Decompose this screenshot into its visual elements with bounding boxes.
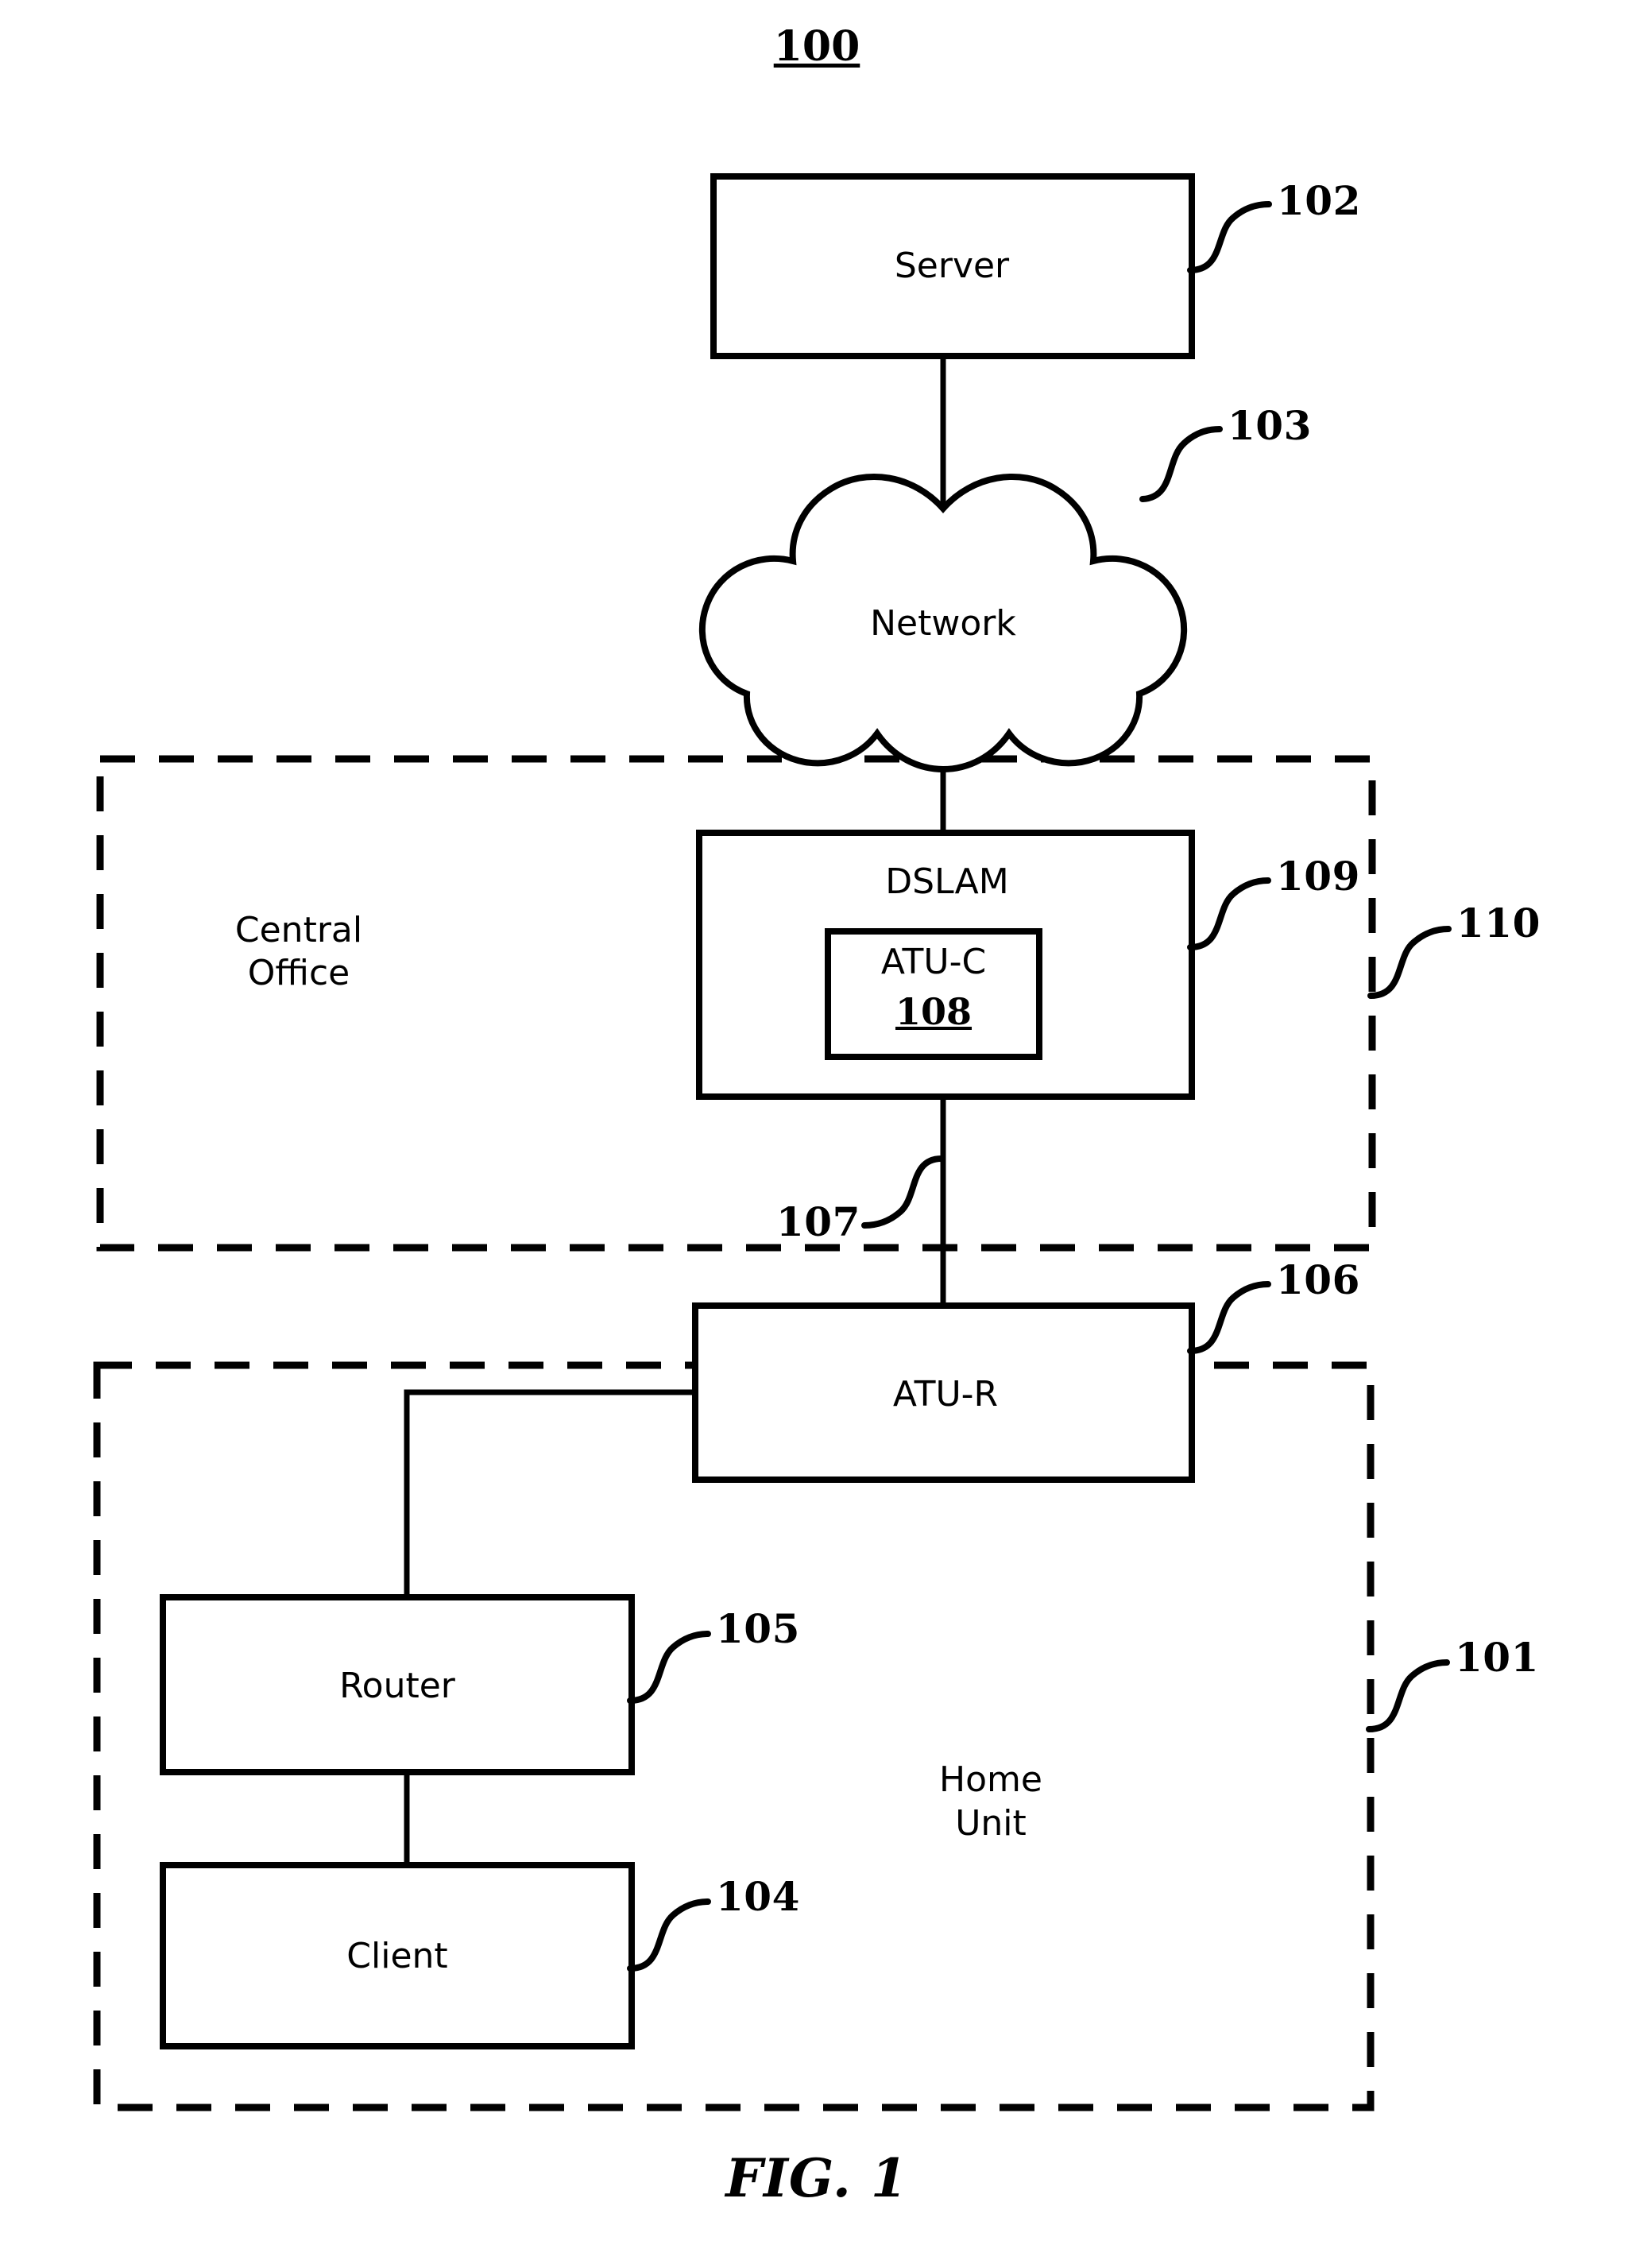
leader-105 [627, 1631, 711, 1704]
patent-figure-1 [93, 173, 1452, 2111]
leader-104 [627, 1898, 711, 1972]
reference-102: 102 [1277, 177, 1361, 224]
reference-108: 108 [895, 990, 973, 1033]
reference-103: 103 [1228, 402, 1312, 449]
reference-106: 106 [1276, 1256, 1360, 1303]
dslam-label: DSLAM [885, 861, 1009, 902]
central-office-label-line2: Office [247, 953, 350, 993]
leader-110 [1367, 926, 1452, 999]
leader-101 [1366, 1659, 1450, 1732]
reference-101: 101 [1455, 1634, 1539, 1681]
link-atur-router [404, 1389, 697, 1599]
network-label: Network [870, 603, 1016, 644]
reference-105: 105 [716, 1605, 800, 1652]
atu-r-label: ATU-R [892, 1374, 999, 1415]
leader-103 [1139, 426, 1223, 502]
server-label: Server [894, 246, 1010, 286]
leader-106 [1187, 1281, 1271, 1354]
reference-109: 109 [1276, 853, 1360, 900]
figure-reference-100: 100 [773, 22, 860, 71]
figure-caption: FIG. 1 [725, 2147, 908, 2209]
reference-107: 107 [776, 1198, 860, 1245]
leader-107 [861, 1155, 945, 1229]
router-label: Router [339, 1666, 455, 1706]
home-unit-label-line1: Home [939, 1759, 1042, 1800]
client-label: Client [346, 1936, 448, 1976]
central-office-label-line1: Central [234, 910, 363, 950]
leader-102 [1187, 201, 1272, 273]
reference-110: 110 [1456, 900, 1541, 946]
leader-109 [1187, 877, 1271, 950]
reference-104: 104 [716, 1873, 800, 1920]
home-unit-label-line2: Unit [955, 1803, 1027, 1844]
atu-c-label: ATU-C [880, 942, 987, 982]
